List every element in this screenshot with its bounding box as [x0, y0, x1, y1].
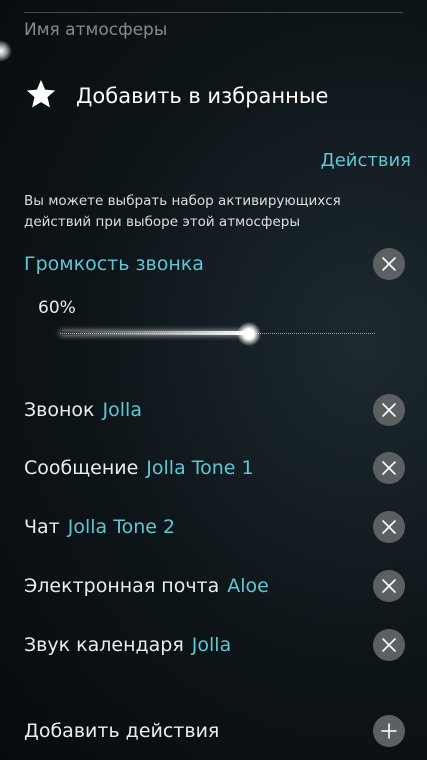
action-row[interactable]: Сообщение Jolla Tone 1: [24, 448, 405, 488]
close-icon: [382, 257, 396, 271]
ringer-volume-label: Громкость звонка: [24, 253, 204, 275]
remove-action-button[interactable]: [373, 511, 405, 543]
action-row[interactable]: Звук календаря Jolla: [24, 625, 405, 665]
action-value: Jolla: [191, 634, 232, 656]
remove-action-button[interactable]: [373, 452, 405, 484]
action-row[interactable]: Звонок Jolla: [24, 390, 405, 430]
ringer-volume-row: Громкость звонка: [24, 244, 405, 284]
action-value: Jolla Tone 1: [146, 457, 254, 479]
action-label: Чат: [24, 516, 60, 538]
action-label: Звонок: [24, 399, 95, 421]
action-label: Электронная почта: [24, 575, 220, 597]
plus-icon: [381, 723, 397, 739]
ambient-glow: [0, 40, 12, 62]
add-to-favorites-button[interactable]: Добавить в избранные: [24, 74, 403, 118]
close-icon: [382, 520, 396, 534]
action-row[interactable]: Электронная почта Aloe: [24, 566, 405, 606]
slider-fill: [60, 331, 249, 335]
action-label: Сообщение: [24, 457, 139, 479]
ringer-volume-value: 60%: [38, 298, 76, 318]
close-icon: [382, 579, 396, 593]
ringer-volume-slider[interactable]: [60, 322, 375, 346]
favorite-label: Добавить в избранные: [76, 84, 329, 108]
action-label: Звук календаря: [24, 634, 184, 656]
remove-action-button[interactable]: [373, 629, 405, 661]
close-icon: [382, 638, 396, 652]
actions-section-header: Действия: [320, 150, 411, 171]
add-actions-row[interactable]: Добавить действия: [24, 711, 405, 751]
action-value: Jolla: [102, 399, 142, 421]
action-value: Aloe: [227, 575, 269, 597]
remove-ringer-volume-button[interactable]: [373, 248, 405, 280]
name-field-underline: [24, 12, 403, 13]
action-row[interactable]: Чат Jolla Tone 2: [24, 507, 405, 547]
star-icon: [24, 77, 58, 115]
action-value: Jolla Tone 2: [67, 516, 176, 538]
ambience-name-field[interactable]: Имя атмосферы: [24, 20, 167, 40]
remove-action-button[interactable]: [373, 570, 405, 602]
remove-action-button[interactable]: [373, 394, 405, 426]
add-actions-label: Добавить действия: [24, 720, 220, 742]
close-icon: [382, 403, 396, 417]
slider-handle[interactable]: [237, 322, 261, 346]
actions-hint: Вы можете выбрать набор активирующихся д…: [24, 193, 341, 230]
add-actions-button[interactable]: [373, 715, 405, 747]
close-icon: [382, 461, 396, 475]
